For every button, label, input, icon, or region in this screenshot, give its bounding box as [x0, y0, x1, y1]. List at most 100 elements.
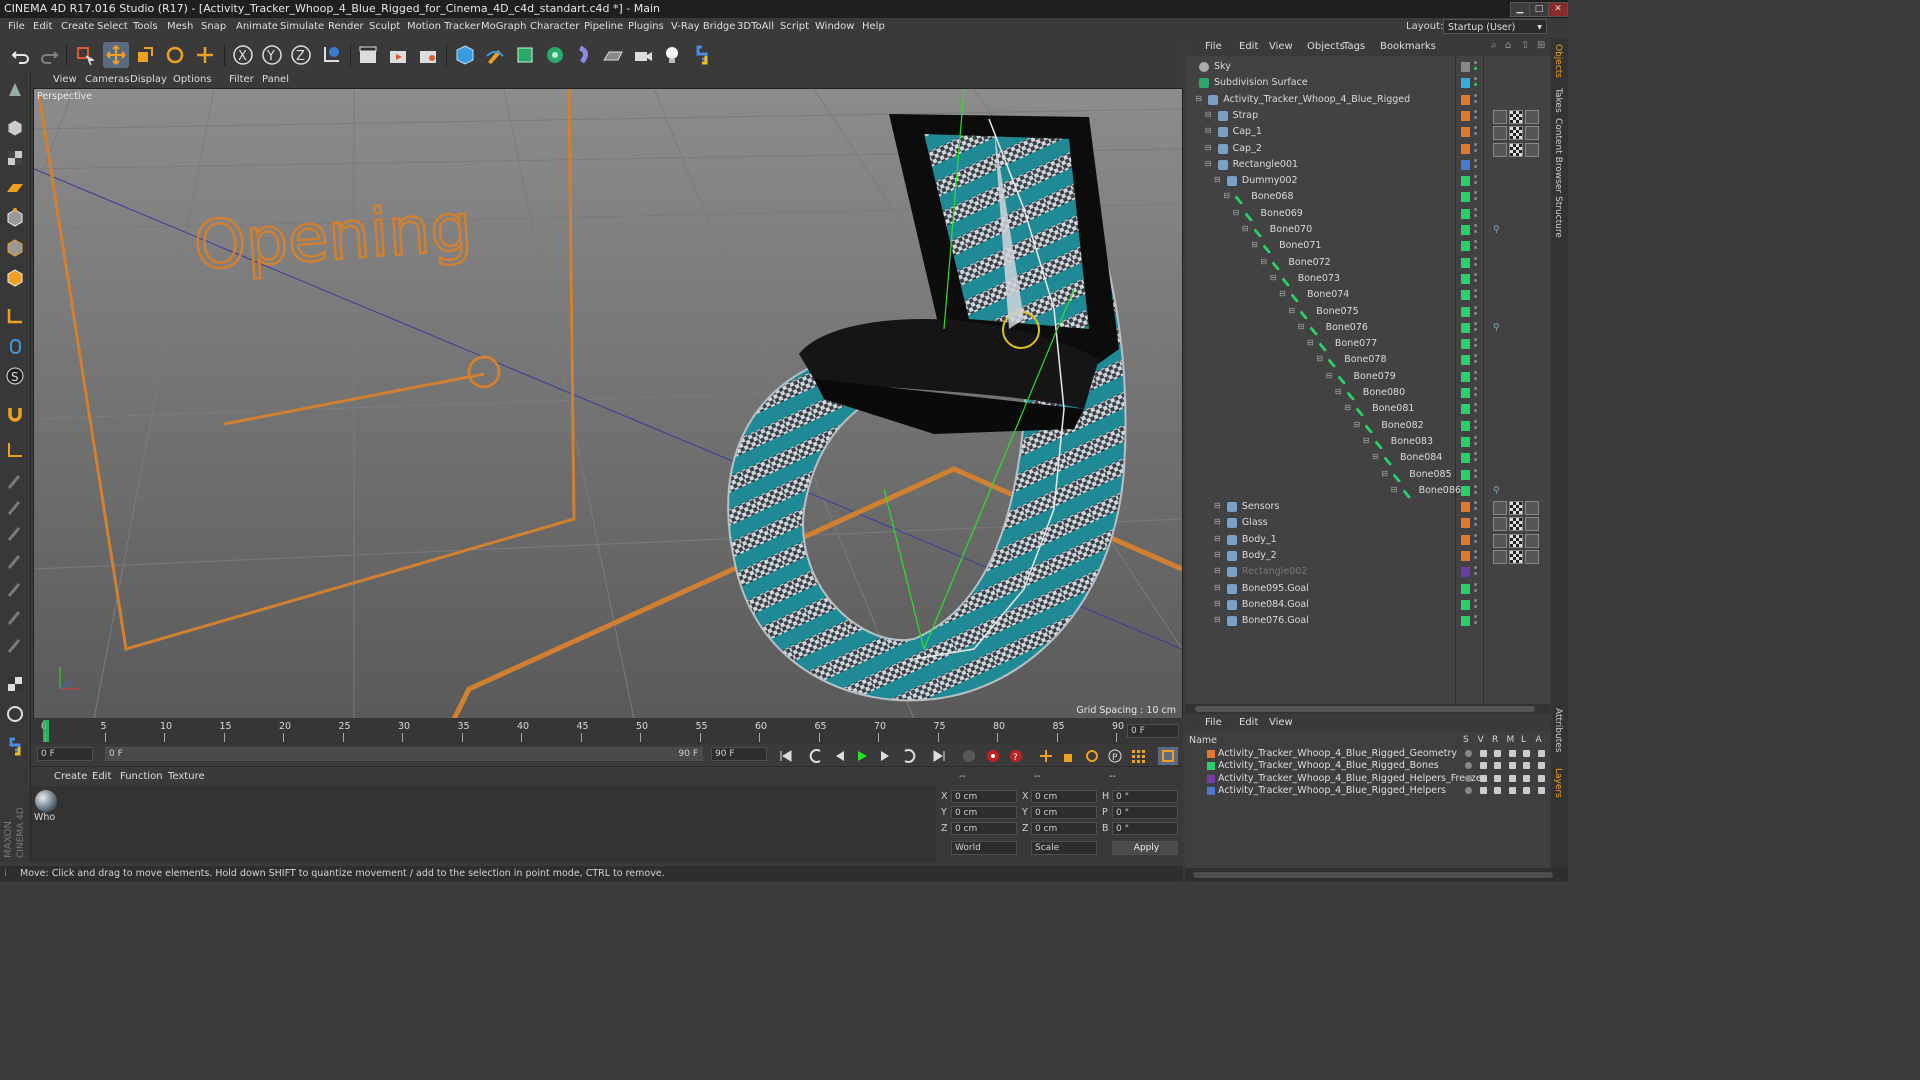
current-frame-field[interactable]: 0 F	[37, 747, 93, 761]
move-tool-button[interactable]	[103, 42, 129, 68]
editor-visibility-dot[interactable]	[1474, 289, 1477, 293]
tree-expand-icon[interactable]: ⊟	[1214, 517, 1221, 526]
timeline-ruler[interactable]: 051015202530354045505560657075808590	[31, 718, 1183, 744]
render-visibility-dot[interactable]	[1474, 425, 1477, 429]
object-row[interactable]: ⊟ Bone082	[1185, 417, 1550, 434]
editor-visibility-dot[interactable]	[1474, 435, 1477, 439]
workplane-button[interactable]	[3, 176, 27, 200]
right-tab-content-browser[interactable]: Content Browser	[1553, 118, 1563, 193]
material-tag-icon[interactable]	[1509, 142, 1523, 157]
next-frame-button[interactable]	[875, 747, 895, 765]
editor-visibility-dot[interactable]	[1474, 403, 1477, 407]
bottom-scrollbar[interactable]	[1185, 868, 1568, 882]
editor-visibility-dot[interactable]	[1474, 452, 1477, 456]
tree-expand-icon[interactable]: ⊟	[1372, 452, 1379, 461]
object-row[interactable]: Sky	[1185, 59, 1550, 75]
object-row[interactable]: ⊟ Bone083	[1185, 433, 1550, 450]
render-visibility-dot[interactable]	[1474, 523, 1477, 527]
layer-color-swatch[interactable]	[1461, 339, 1470, 350]
layer-color-swatch[interactable]	[1461, 241, 1470, 252]
brush-tool-6[interactable]	[3, 606, 27, 630]
menu-window[interactable]: Window	[815, 21, 854, 32]
ik-tag-icon[interactable]: ⚲	[1493, 225, 1505, 235]
tree-expand-icon[interactable]: ⊟	[1214, 615, 1221, 624]
tree-expand-icon[interactable]: ⊟	[1298, 322, 1305, 331]
object-row[interactable]: ⊟ Bone079	[1185, 368, 1550, 385]
search-icon[interactable]: ⌕	[1491, 40, 1497, 51]
tree-expand-icon[interactable]: ⊟	[1214, 550, 1221, 559]
layer-toggle[interactable]	[1465, 786, 1472, 794]
snap-button[interactable]: S	[3, 364, 27, 388]
menu-render[interactable]: Render	[328, 21, 364, 32]
layer-color-swatch[interactable]	[1461, 273, 1470, 284]
tree-expand-icon[interactable]: ⊟	[1205, 110, 1212, 119]
rotation-p-field[interactable]: 0 °	[1112, 806, 1178, 819]
tree-expand-icon[interactable]: ⊟	[1391, 485, 1398, 494]
python-button[interactable]	[689, 42, 715, 68]
render-visibility-dot[interactable]	[1474, 393, 1477, 396]
render-visibility-dot[interactable]	[1474, 115, 1477, 119]
render-visibility-dot[interactable]	[1474, 181, 1477, 185]
layer-color-swatch[interactable]	[1461, 453, 1470, 464]
apply-button[interactable]: Apply	[1112, 841, 1178, 855]
x-axis-button[interactable]: X	[230, 42, 256, 68]
tree-expand-icon[interactable]: ⊟	[1214, 583, 1221, 592]
brush-tool-3[interactable]	[3, 522, 27, 546]
python-script-button[interactable]	[3, 734, 27, 758]
layer-toggle[interactable]	[1508, 774, 1516, 782]
tree-expand-icon[interactable]: ⊟	[1205, 126, 1212, 135]
editor-visibility-dot[interactable]	[1474, 93, 1477, 97]
material-tag-icon[interactable]	[1509, 517, 1523, 532]
material-tag-icon[interactable]	[1525, 126, 1539, 141]
render-visibility-dot[interactable]	[1474, 295, 1477, 299]
layer-row[interactable]: Activity_Tracker_Whoop_4_Blue_Rigged_Hel…	[1185, 785, 1550, 797]
tree-expand-icon[interactable]: ⊟	[1223, 191, 1230, 200]
render-visibility-dot[interactable]	[1474, 230, 1477, 233]
layer-color-swatch[interactable]	[1461, 485, 1470, 496]
live-selection-button[interactable]	[72, 42, 98, 68]
render-visibility-dot[interactable]	[1474, 588, 1477, 592]
edges-mode-button[interactable]	[3, 236, 27, 260]
layer-row[interactable]: Activity_Tracker_Whoop_4_Blue_Rigged_Hel…	[1185, 773, 1550, 785]
render-visibility-dot[interactable]	[1474, 164, 1477, 168]
layer-color-swatch[interactable]	[1461, 127, 1470, 138]
axis-lock-button[interactable]	[3, 438, 27, 462]
render-visibility-dot[interactable]	[1474, 490, 1477, 494]
layer-toggle[interactable]	[1508, 750, 1516, 757]
playhead[interactable]	[43, 720, 49, 742]
menu-pipeline[interactable]: Pipeline	[584, 21, 623, 32]
timeline-layout-button[interactable]	[1158, 747, 1178, 765]
viewport-menu-display[interactable]: Display	[130, 74, 167, 85]
layer-toggle[interactable]	[1523, 750, 1530, 757]
add-camera-button[interactable]	[630, 42, 656, 68]
layer-color-swatch[interactable]	[1461, 502, 1470, 513]
position-y-field[interactable]: 0 cm	[951, 806, 1017, 819]
object-row[interactable]: ⊟ Bone081	[1185, 401, 1550, 418]
scale-tool-button[interactable]	[132, 42, 158, 68]
transform-tool-button[interactable]	[192, 42, 218, 68]
object-row[interactable]: ⊟ Bone070 ⚲	[1185, 221, 1550, 239]
layer-toggle[interactable]	[1465, 750, 1472, 757]
add-array-button[interactable]	[542, 42, 568, 68]
object-row[interactable]: ⊟ Rectangle002	[1185, 564, 1550, 580]
editor-visibility-dot[interactable]	[1474, 305, 1477, 309]
render-visibility-dot[interactable]	[1474, 458, 1477, 462]
render-visibility-dot[interactable]	[1474, 360, 1477, 364]
tree-expand-icon[interactable]: ⊟	[1260, 257, 1267, 266]
right-tab-takes[interactable]: Takes	[1553, 88, 1563, 113]
editor-visibility-dot[interactable]	[1474, 370, 1477, 374]
material-tag-icon[interactable]	[1525, 517, 1539, 532]
editor-visibility-dot[interactable]	[1474, 615, 1477, 619]
play-button[interactable]	[852, 747, 872, 765]
menu-v-ray-bridge[interactable]: V-Ray Bridge	[671, 21, 735, 32]
render-visibility-dot[interactable]	[1474, 441, 1477, 445]
material-tag-icon[interactable]	[1509, 550, 1523, 564]
editor-visibility-dot[interactable]	[1474, 468, 1477, 472]
layer-color-swatch[interactable]	[1461, 567, 1470, 578]
editor-visibility-dot[interactable]	[1474, 272, 1477, 276]
rotation-h-field[interactable]: 0 °	[1112, 790, 1178, 803]
object-row[interactable]: ⊟ Bone086 ⚲	[1185, 482, 1550, 499]
material-tag-icon[interactable]	[1509, 109, 1523, 124]
right-tab-attributes[interactable]: Attributes	[1553, 708, 1563, 752]
layer-toggle[interactable]	[1537, 750, 1545, 757]
